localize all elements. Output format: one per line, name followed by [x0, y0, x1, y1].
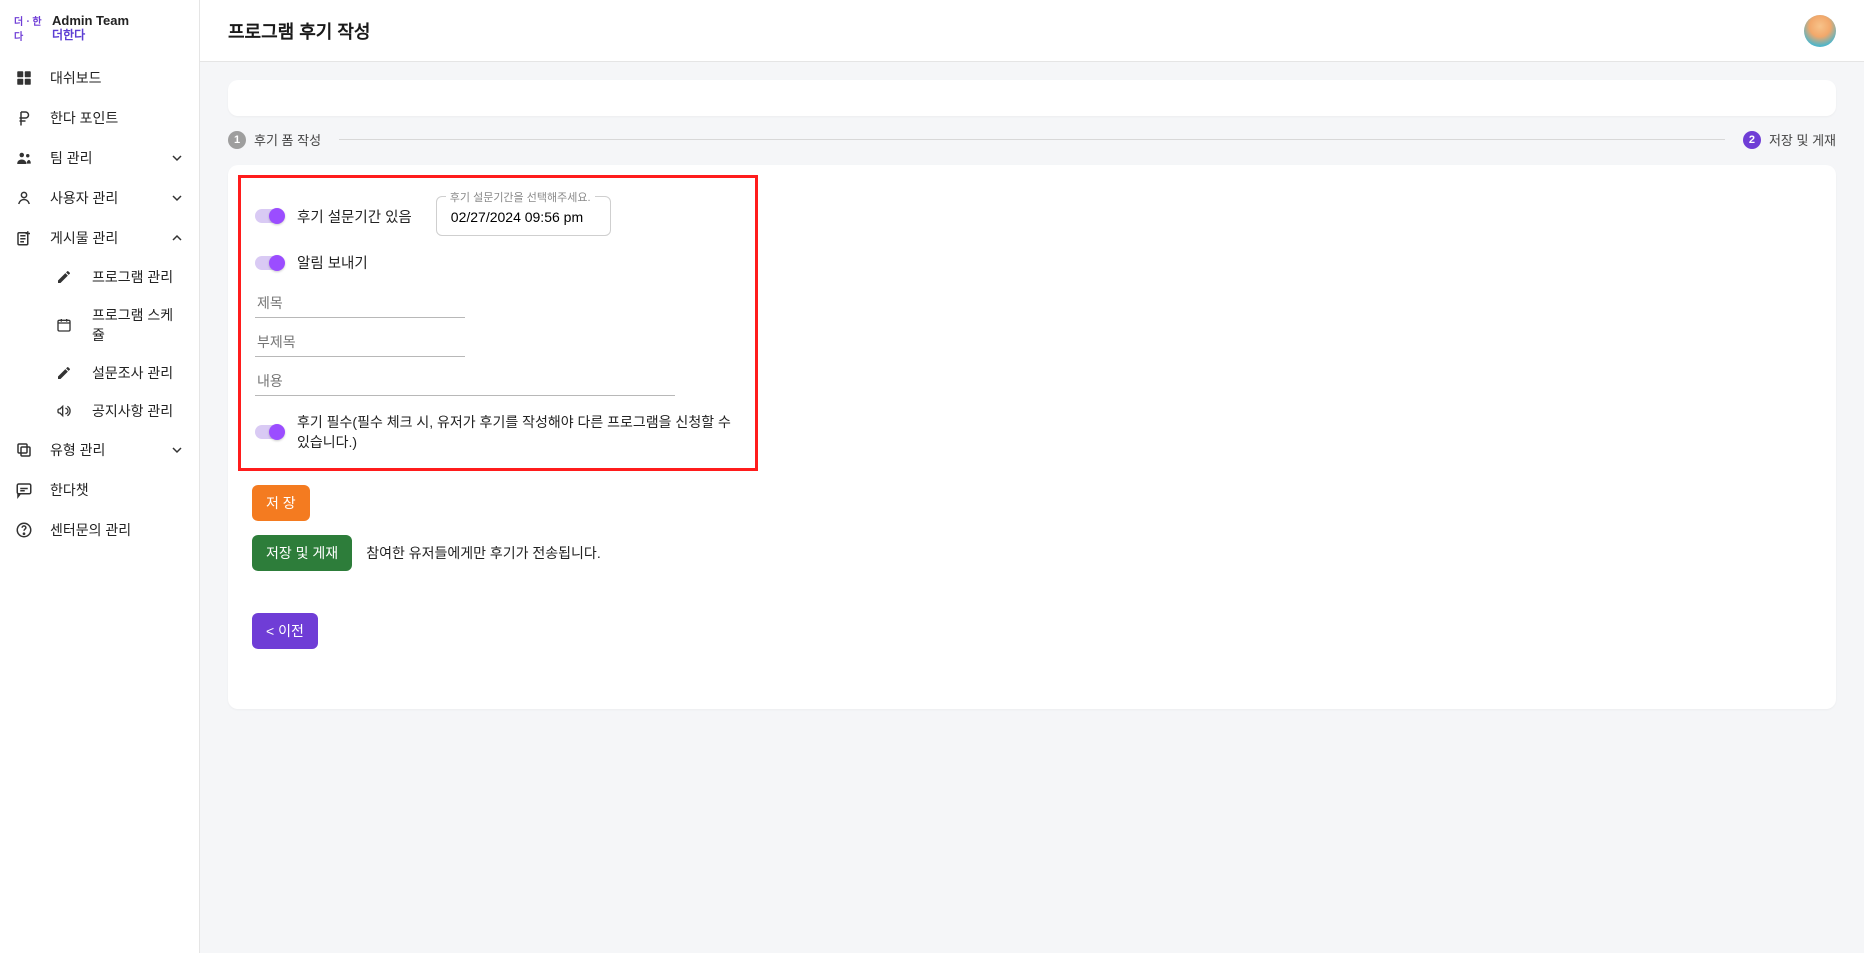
brand-admin-label: Admin Team — [52, 14, 129, 28]
toggle-required[interactable] — [255, 425, 283, 439]
step-2-badge: 2 — [1743, 131, 1761, 149]
row-notify: 알림 보내기 — [255, 252, 737, 273]
publish-hint-text: 참여한 유저들에게만 후기가 전송됩니다. — [366, 543, 601, 563]
sidebar-item-label: 프로그램 관리 — [92, 267, 185, 287]
sidebar-item-types[interactable]: 유형 관리 — [0, 430, 199, 470]
chevron-down-icon — [169, 190, 185, 206]
step-1-badge: 1 — [228, 131, 246, 149]
toggle-required-label: 후기 필수(필수 체크 시, 유저가 후기를 작성해야 다른 프로그램을 신청할… — [297, 412, 737, 452]
pencil-icon — [54, 267, 74, 287]
copy-icon — [14, 440, 34, 460]
sidebar-item-label: 한다챗 — [50, 480, 185, 500]
pencil-icon — [54, 363, 74, 383]
content: 1 후기 폼 작성 2 저장 및 게재 후기 설문기간 있음 후기 설문기간을 … — [200, 62, 1864, 749]
highlighted-form-section: 후기 설문기간 있음 후기 설문기간을 선택해주세요. 알림 보내기 — [238, 175, 758, 471]
toggle-notify[interactable] — [255, 256, 283, 270]
person-icon — [14, 188, 34, 208]
save-button[interactable]: 저 장 — [252, 485, 310, 521]
main: 프로그램 후기 작성 1 후기 폼 작성 2 저장 및 게재 후기 설문기간 있… — [200, 0, 1864, 953]
chevron-down-icon — [169, 150, 185, 166]
sidebar-nav: 대쉬보드 한다 포인트 팀 관리 사용자 관리 — [0, 52, 199, 550]
save-row: 저 장 — [252, 485, 1812, 521]
sidebar-submenu-posts: 프로그램 관리 프로그램 스케쥴 설문조사 관리 공지사항 관리 — [0, 258, 199, 430]
blank-card — [228, 80, 1836, 116]
sidebar-item-dashboard[interactable]: 대쉬보드 — [0, 58, 199, 98]
page-title: 프로그램 후기 작성 — [228, 18, 370, 44]
title-input[interactable] — [255, 289, 465, 318]
help-icon — [14, 520, 34, 540]
sidebar-item-users[interactable]: 사용자 관리 — [0, 178, 199, 218]
sidebar-item-label: 공지사항 관리 — [92, 401, 185, 421]
back-row: < 이전 — [252, 613, 1812, 649]
sidebar-item-program-schedule[interactable]: 프로그램 스케쥴 — [30, 296, 199, 354]
sidebar-item-label: 한다 포인트 — [50, 108, 185, 128]
sidebar-header: 더ㆍ한다 Admin Team 더한다 — [0, 0, 199, 52]
survey-period-float-label: 후기 설문기간을 선택해주세요. — [446, 189, 595, 205]
save-publish-row: 저장 및 게재 참여한 유저들에게만 후기가 전송됩니다. — [252, 535, 1812, 571]
sidebar-item-label: 사용자 관리 — [50, 188, 153, 208]
sidebar-item-survey-mgmt[interactable]: 설문조사 관리 — [30, 354, 199, 392]
people-icon — [14, 148, 34, 168]
step-1-label: 후기 폼 작성 — [254, 130, 321, 149]
save-publish-button[interactable]: 저장 및 게재 — [252, 535, 352, 571]
brand-name: 더한다 — [52, 29, 129, 42]
sidebar-item-center-inquiry[interactable]: 센터문의 관리 — [0, 510, 199, 550]
chevron-up-icon — [169, 230, 185, 246]
logo-icon: 더ㆍ한다 — [14, 14, 42, 42]
logo-text: Admin Team 더한다 — [52, 14, 129, 41]
sidebar-item-program-mgmt[interactable]: 프로그램 관리 — [30, 258, 199, 296]
survey-period-field: 후기 설문기간을 선택해주세요. — [436, 196, 611, 236]
sidebar-item-label: 유형 관리 — [50, 440, 153, 460]
sidebar-item-chat[interactable]: 한다챗 — [0, 470, 199, 510]
sidebar-item-team[interactable]: 팀 관리 — [0, 138, 199, 178]
avatar[interactable] — [1804, 15, 1836, 47]
form-card: 후기 설문기간 있음 후기 설문기간을 선택해주세요. 알림 보내기 — [228, 165, 1836, 709]
sidebar: 더ㆍ한다 Admin Team 더한다 대쉬보드 한다 포인트 팀 관리 — [0, 0, 200, 953]
sidebar-item-label: 센터문의 관리 — [50, 520, 185, 540]
post-add-icon — [14, 228, 34, 248]
sidebar-item-notice-mgmt[interactable]: 공지사항 관리 — [30, 392, 199, 430]
sidebar-item-label: 게시물 관리 — [50, 228, 153, 248]
toggle-notify-label: 알림 보내기 — [297, 252, 368, 273]
step-divider-line — [339, 139, 1725, 140]
toggle-survey-period-label: 후기 설문기간 있음 — [297, 206, 412, 227]
sidebar-item-label: 팀 관리 — [50, 148, 153, 168]
sidebar-item-label: 프로그램 스케쥴 — [92, 305, 185, 345]
sidebar-item-posts[interactable]: 게시물 관리 — [0, 218, 199, 258]
calendar-icon — [54, 315, 74, 335]
content-input[interactable] — [255, 367, 675, 396]
back-button[interactable]: < 이전 — [252, 613, 318, 649]
row-required: 후기 필수(필수 체크 시, 유저가 후기를 작성해야 다른 프로그램을 신청할… — [255, 412, 737, 452]
sidebar-item-label: 설문조사 관리 — [92, 363, 185, 383]
row-title — [255, 289, 737, 318]
step-2-label: 저장 및 게재 — [1769, 130, 1836, 149]
row-content — [255, 367, 737, 396]
row-subtitle — [255, 328, 737, 357]
sidebar-item-points[interactable]: 한다 포인트 — [0, 98, 199, 138]
ruble-icon — [14, 108, 34, 128]
topbar-right — [1804, 15, 1836, 47]
subtitle-input[interactable] — [255, 328, 465, 357]
sidebar-item-label: 대쉬보드 — [50, 68, 185, 88]
megaphone-icon — [54, 401, 74, 421]
topbar: 프로그램 후기 작성 — [200, 0, 1864, 62]
stepper: 1 후기 폼 작성 2 저장 및 게재 — [228, 130, 1836, 149]
row-survey-period: 후기 설문기간 있음 후기 설문기간을 선택해주세요. — [255, 196, 737, 236]
dashboard-icon — [14, 68, 34, 88]
chat-icon — [14, 480, 34, 500]
chevron-down-icon — [169, 442, 185, 458]
toggle-survey-period[interactable] — [255, 209, 283, 223]
